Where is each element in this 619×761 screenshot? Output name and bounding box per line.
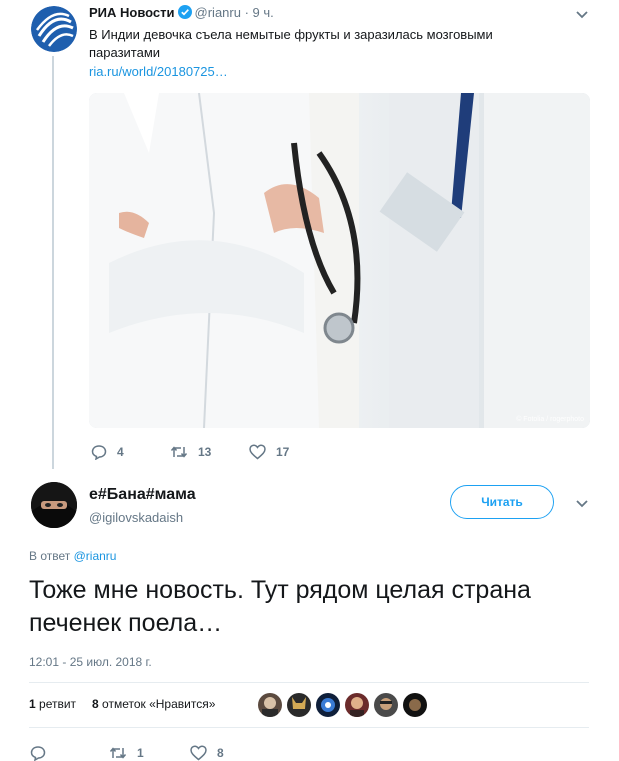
verified-badge-icon bbox=[177, 5, 192, 23]
liker-avatar[interactable] bbox=[345, 693, 369, 717]
reply-tweet-like-button[interactable]: 8 bbox=[190, 745, 224, 761]
retweet-icon bbox=[109, 747, 127, 759]
heart-icon bbox=[190, 745, 207, 761]
retweet-button[interactable]: 13 bbox=[170, 444, 211, 460]
reply-menu-chevron-down-icon[interactable] bbox=[572, 493, 592, 513]
reply-timestamp[interactable]: 12:01 - 25 июл. 2018 г. bbox=[29, 655, 152, 669]
tweet-time[interactable]: · 9 ч. bbox=[245, 5, 274, 20]
retweet-stat-label: ретвит bbox=[39, 697, 77, 711]
author-handle[interactable]: @rianru bbox=[195, 5, 241, 20]
reply-prefix: В ответ bbox=[29, 549, 71, 563]
like-stat-count: 8 bbox=[92, 697, 99, 711]
liker-avatar[interactable] bbox=[287, 693, 311, 717]
liker-avatar[interactable] bbox=[403, 693, 427, 717]
like-stats[interactable]: 8 отметок «Нравится» bbox=[92, 697, 215, 711]
reply-tweet-retweet-count: 1 bbox=[137, 746, 144, 760]
retweet-stat-count: 1 bbox=[29, 697, 36, 711]
tweet-menu-chevron-down-icon[interactable] bbox=[572, 4, 592, 24]
tweet-link[interactable]: ria.ru/world/20180725… bbox=[89, 64, 228, 79]
divider bbox=[29, 682, 589, 683]
like-count: 17 bbox=[276, 445, 290, 459]
tweet-text: В Индии девочка съела немытые фрукты и з… bbox=[89, 27, 493, 60]
retweet-stats[interactable]: 1 ретвит bbox=[29, 697, 76, 711]
parent-tweet-header: РИА Новости @rianru · 9 ч. bbox=[89, 5, 274, 23]
like-stat-label: отметок «Нравится» bbox=[102, 697, 216, 711]
divider bbox=[29, 727, 589, 728]
heart-icon bbox=[249, 444, 266, 460]
liker-avatar[interactable] bbox=[374, 693, 398, 717]
reply-author-name[interactable]: е#Бана#мама bbox=[89, 486, 196, 504]
reply-tweet-reply-button[interactable] bbox=[30, 745, 56, 761]
reply-icon bbox=[30, 746, 46, 761]
retweet-count: 13 bbox=[198, 445, 212, 459]
reply-mention-link[interactable]: @rianru bbox=[74, 549, 117, 563]
reply-button[interactable]: 4 bbox=[91, 444, 124, 460]
liker-avatar[interactable] bbox=[316, 693, 340, 717]
liker-avatar[interactable] bbox=[258, 693, 282, 717]
reply-text: Тоже мне новость. Тут рядом целая страна… bbox=[29, 576, 531, 637]
thread-line bbox=[52, 56, 54, 469]
ria-avatar[interactable] bbox=[31, 6, 77, 52]
like-button[interactable]: 17 bbox=[249, 444, 289, 460]
reply-context: В ответ @rianru bbox=[29, 549, 116, 563]
photo-credit: © Fotolia / rogerphoto bbox=[516, 416, 584, 423]
reply-author-handle[interactable]: @igilovskadaish bbox=[89, 510, 183, 525]
follow-button[interactable]: Читать bbox=[450, 485, 554, 519]
user-avatar[interactable] bbox=[31, 482, 77, 528]
tweet-photo[interactable]: © Fotolia / rogerphoto bbox=[89, 93, 590, 428]
reply-tweet-retweet-button[interactable]: 1 bbox=[109, 745, 144, 761]
author-name[interactable]: РИА Новости bbox=[89, 5, 175, 20]
reply-tweet-like-count: 8 bbox=[217, 746, 224, 760]
retweet-icon bbox=[170, 446, 188, 458]
reply-icon bbox=[91, 445, 107, 460]
reply-count: 4 bbox=[117, 445, 124, 459]
